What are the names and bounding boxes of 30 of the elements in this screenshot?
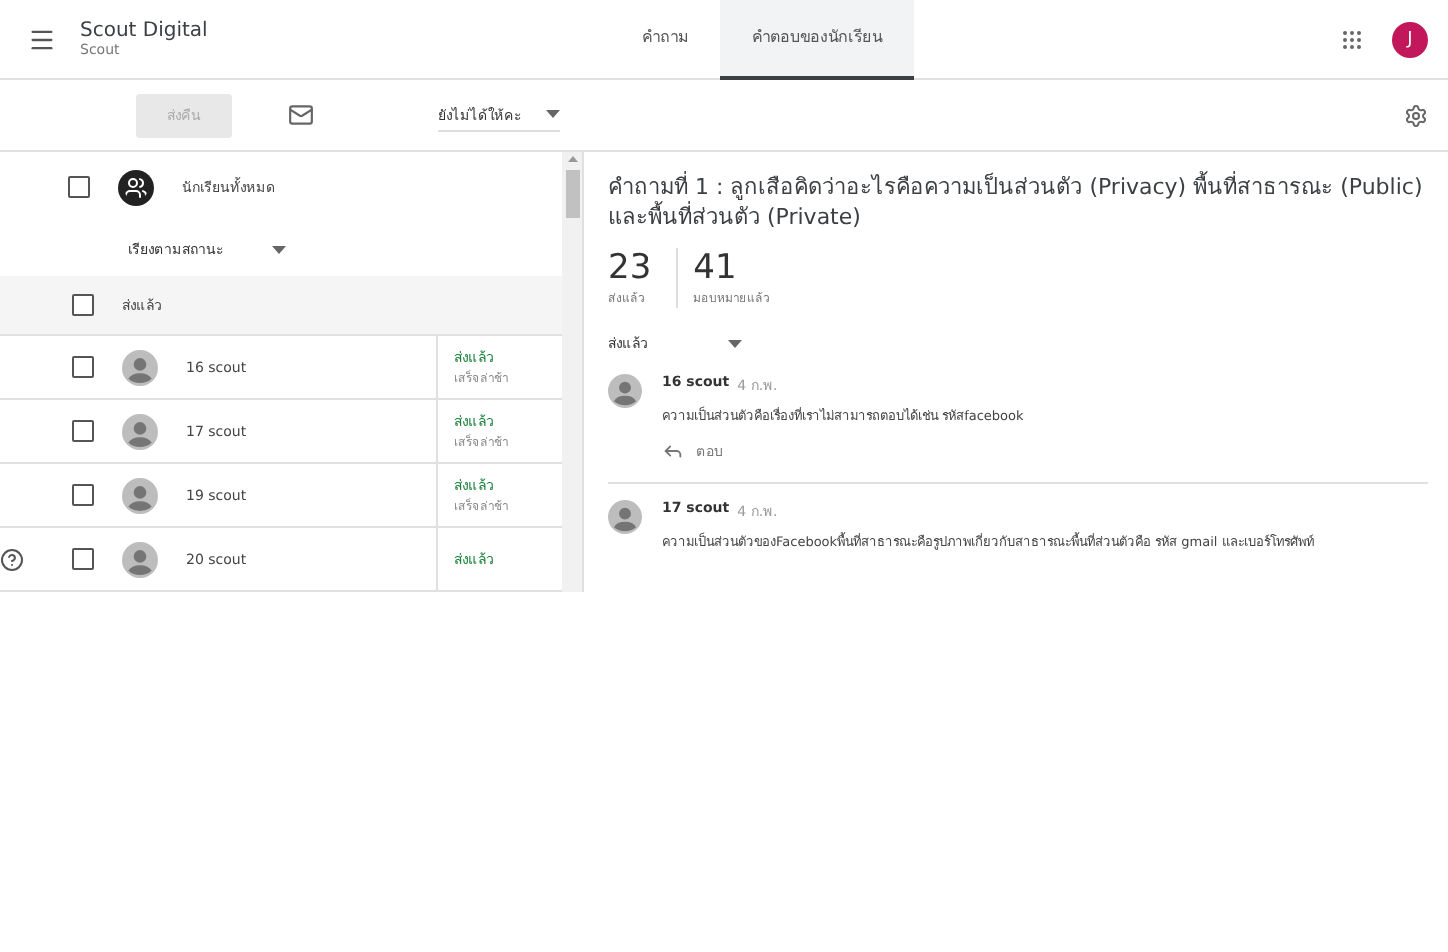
menu-icon[interactable] xyxy=(28,25,56,53)
account-avatar[interactable]: J xyxy=(1392,21,1428,57)
stat-count: 41 xyxy=(693,248,739,288)
user-avatar-icon xyxy=(608,500,642,534)
checkbox[interactable] xyxy=(68,176,90,199)
help-icon[interactable] xyxy=(0,548,24,572)
scrollbar-thumb[interactable] xyxy=(565,170,579,218)
user-avatar-icon xyxy=(122,413,158,450)
settings-icon[interactable] xyxy=(1404,103,1428,127)
tab[interactable]: คำตอบของนักเรียน xyxy=(720,0,914,79)
question-title: คำถามที่ 1 : ลูกเสือคิดว่าอะไรคือความเป็นส่วนตัว (Privacy) พื้นที่สาธารณะ (Public) และพื้นที่ส่วนตัว (Private) xyxy=(608,172,1425,232)
tab[interactable]: คำถาม xyxy=(610,0,720,79)
dropdown-caret-icon xyxy=(546,110,560,118)
checkbox[interactable] xyxy=(72,484,94,507)
reply-arrow-icon xyxy=(662,440,684,462)
group-icon xyxy=(118,169,154,206)
dropdown-caret-icon xyxy=(272,245,286,254)
class-title: Scout Digital xyxy=(80,20,210,42)
checkbox[interactable] xyxy=(72,294,94,317)
apps-grid-icon[interactable] xyxy=(1340,27,1364,51)
user-avatar-icon xyxy=(122,349,158,386)
checkbox[interactable] xyxy=(72,548,94,571)
email-icon[interactable] xyxy=(288,102,314,128)
user-avatar-icon xyxy=(122,477,158,514)
checkbox[interactable] xyxy=(72,356,94,379)
user-avatar-icon xyxy=(608,374,642,408)
checkbox[interactable] xyxy=(72,420,94,443)
dropdown-caret-icon xyxy=(728,339,742,347)
stat-count: 23 xyxy=(608,248,652,288)
user-avatar-icon xyxy=(122,541,158,578)
